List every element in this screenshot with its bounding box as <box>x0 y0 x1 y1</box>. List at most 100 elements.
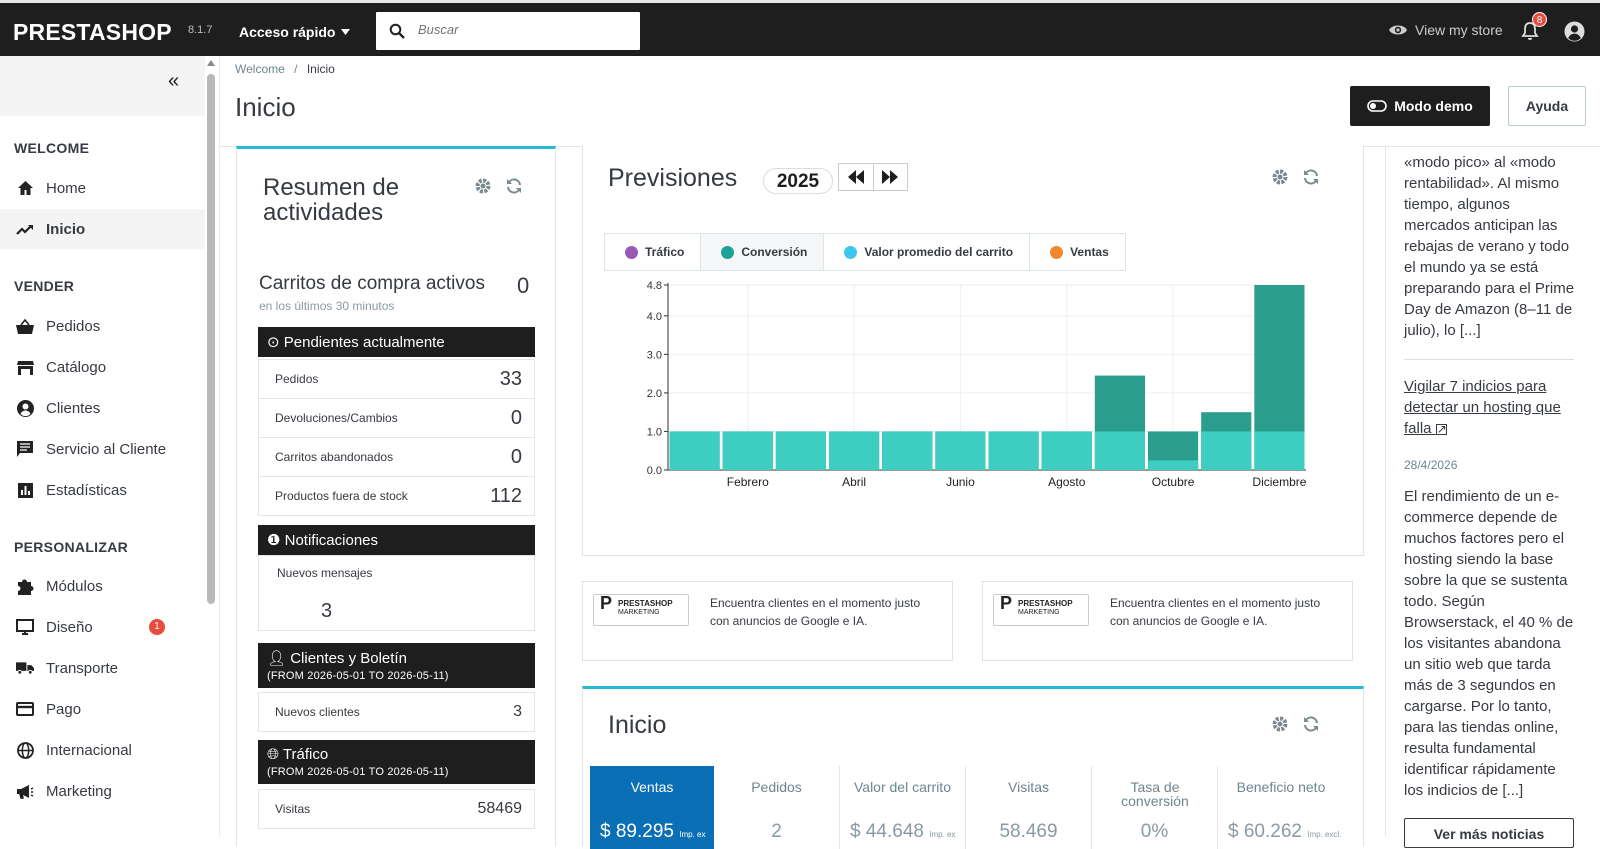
sidebar-item-diseno[interactable]: Diseño 1 <box>0 607 205 647</box>
pending-row-returns[interactable]: Devoluciones/Cambios 0 <box>258 398 535 438</box>
puzzle-icon <box>16 577 34 595</box>
sidebar-item-label: Catálogo <box>46 358 107 376</box>
y-tick-label: 4.8 <box>647 280 662 292</box>
view-store-link[interactable]: View my store <box>1388 22 1503 38</box>
kpi-label: Tasa de conversión <box>1121 779 1189 809</box>
search-input[interactable] <box>418 22 628 37</box>
sidebar-item-modulos[interactable]: Módulos <box>0 566 205 606</box>
previous-year-button[interactable] <box>839 164 873 190</box>
sidebar-item-servicio-cliente[interactable]: Servicio al Cliente <box>0 429 205 469</box>
prestashop-p-icon: P <box>600 593 613 613</box>
sidebar-item-clientes[interactable]: Clientes <box>0 388 205 428</box>
pending-row-orders[interactable]: Pedidos 33 <box>258 359 535 399</box>
gear-icon[interactable] <box>1271 715 1289 733</box>
marketing-card[interactable]: P PRESTASHOP MARKETING Encuentra clientes … <box>982 581 1353 661</box>
visits-row[interactable]: Visitas 58469 <box>258 789 535 829</box>
sidebar: « WELCOME Home Inicio VENDER Pedidos Cat… <box>0 56 220 836</box>
refresh-icon[interactable] <box>505 177 523 195</box>
sidebar-item-pago[interactable]: Pago <box>0 689 205 729</box>
kpi-label: Pedidos <box>751 779 802 795</box>
more-news-button[interactable]: Ver más noticias <box>1404 818 1574 848</box>
section-welcome: WELCOME <box>14 140 90 156</box>
kpi-ventas[interactable]: Ventas $ 89.295 Imp. ex <box>590 766 714 849</box>
kpi-visitas[interactable]: Visitas 58.469 <box>966 766 1092 849</box>
notifications-header-label: Notificaciones <box>284 532 379 549</box>
sidebar-item-catalogo[interactable]: Catálogo <box>0 347 205 387</box>
pending-row-abandoned-carts[interactable]: Carritos abandonados 0 <box>258 437 535 477</box>
new-messages-box[interactable]: Nuevos mensajes 3 <box>258 555 535 631</box>
chart-bar <box>935 431 986 470</box>
activity-title: Resumen de actividades <box>263 174 400 226</box>
pending-value: 0 <box>510 445 522 468</box>
legend-trafico[interactable]: Tráfico <box>605 234 702 270</box>
forecast-year: 2025 <box>763 168 833 194</box>
search-box[interactable] <box>376 12 640 50</box>
new-messages-value: 3 <box>321 600 333 622</box>
sidebar-scrollbar[interactable] <box>207 60 216 660</box>
sidebar-item-marketing[interactable]: Marketing <box>0 771 205 811</box>
kpi-beneficio-neto[interactable]: Beneficio neto $ 60.262 Imp. excl. <box>1218 766 1344 849</box>
collapse-sidebar-button[interactable]: « <box>0 56 205 116</box>
prestashop-marketing-logo: P PRESTASHOP MARKETING <box>993 594 1089 626</box>
news-divider <box>1404 359 1574 360</box>
clients-header-label: Clientes y Boletín <box>290 650 407 667</box>
prestashop-logo[interactable]: PRESTASHOP <box>13 19 172 46</box>
chart-bar <box>1201 431 1252 470</box>
y-tick-label: 0.0 <box>647 465 662 477</box>
gear-icon[interactable] <box>474 177 492 195</box>
kpi-value: 0% <box>1140 821 1169 842</box>
pending-value: 112 <box>490 484 522 507</box>
refresh-icon[interactable] <box>1302 715 1320 733</box>
traffic-range: (FROM 2026-05-01 TO 2026-05-11) <box>267 766 449 778</box>
sidebar-item-transporte[interactable]: Transporte <box>0 648 205 688</box>
refresh-icon[interactable] <box>1302 168 1320 186</box>
user-avatar-icon <box>1564 21 1585 42</box>
kpi-value: 58.469 <box>999 821 1058 842</box>
x-tick-label: Abril <box>842 475 866 489</box>
news-link[interactable]: Vigilar 7 indicios para detectar un host… <box>1404 376 1579 439</box>
pending-label: Carritos abandonados <box>275 450 394 464</box>
notifications-button[interactable]: 8 <box>1521 12 1547 41</box>
double-arrow-right-icon <box>882 170 899 184</box>
legend-conversion[interactable]: Conversión <box>701 234 825 270</box>
breadcrumb-welcome[interactable]: Welcome <box>235 62 285 76</box>
marketing-card[interactable]: P PRESTASHOP MARKETING Encuentra clientes … <box>582 581 953 661</box>
sidebar-item-inicio[interactable]: Inicio <box>0 209 205 249</box>
sidebar-item-home[interactable]: Home <box>0 168 205 208</box>
chart-bar <box>882 431 933 470</box>
legend-valor-carrito[interactable]: Valor promedio del carrito <box>824 234 1031 270</box>
page-title: Inicio <box>235 92 296 122</box>
active-carts-value: 0 <box>517 273 530 298</box>
new-clients-row[interactable]: Nuevos clientes 3 <box>258 692 535 732</box>
traffic-header: 🌐︎ Tráfico (FROM 2026-05-01 TO 2026-05-11… <box>258 740 535 784</box>
demo-mode-button[interactable]: Modo demo <box>1350 86 1490 126</box>
pending-row-out-of-stock[interactable]: Productos fuera de stock 112 <box>258 476 535 516</box>
kpi-pedidos[interactable]: Pedidos 2 <box>714 766 840 849</box>
megaphone-icon <box>16 782 34 800</box>
y-tick-label: 2.0 <box>647 388 662 400</box>
scroll-up-arrow-icon[interactable] <box>207 60 215 66</box>
breadcrumb: Welcome / Inicio <box>235 62 335 76</box>
sidebar-item-estadisticas[interactable]: Estadísticas <box>0 470 205 510</box>
news-link-text: Vigilar 7 indicios para detectar un host… <box>1404 378 1561 437</box>
sidebar-item-label: Inicio <box>46 220 86 238</box>
legend-ventas[interactable]: Ventas <box>1030 234 1125 270</box>
quick-access-dropdown[interactable]: Acceso rápido <box>239 24 351 40</box>
next-year-button[interactable] <box>872 164 908 190</box>
user-menu-button[interactable] <box>1564 21 1585 42</box>
kpi-valor-carrito[interactable]: Valor del carrito $ 44.648 Imp. ex <box>840 766 966 849</box>
kpi-label: Ventas <box>630 779 674 795</box>
sidebar-item-pedidos[interactable]: Pedidos <box>0 306 205 346</box>
truck-icon <box>16 659 34 677</box>
help-button[interactable]: Ayuda <box>1508 86 1586 126</box>
scrollbar-thumb[interactable] <box>207 74 215 604</box>
kpi-tasa-conversion[interactable]: Tasa de conversión 0% <box>1092 766 1218 849</box>
prestashop-p-icon: P <box>1000 593 1013 613</box>
sidebar-item-label: Pedidos <box>46 317 101 335</box>
legend-label: Ventas <box>1070 245 1109 259</box>
x-tick-label: Agosto <box>1048 475 1086 489</box>
sidebar-item-internacional[interactable]: Internacional <box>0 730 205 770</box>
gear-icon[interactable] <box>1271 168 1289 186</box>
active-carts-label: Carritos de compra activos <box>259 273 485 294</box>
chart-bar <box>1041 431 1092 470</box>
